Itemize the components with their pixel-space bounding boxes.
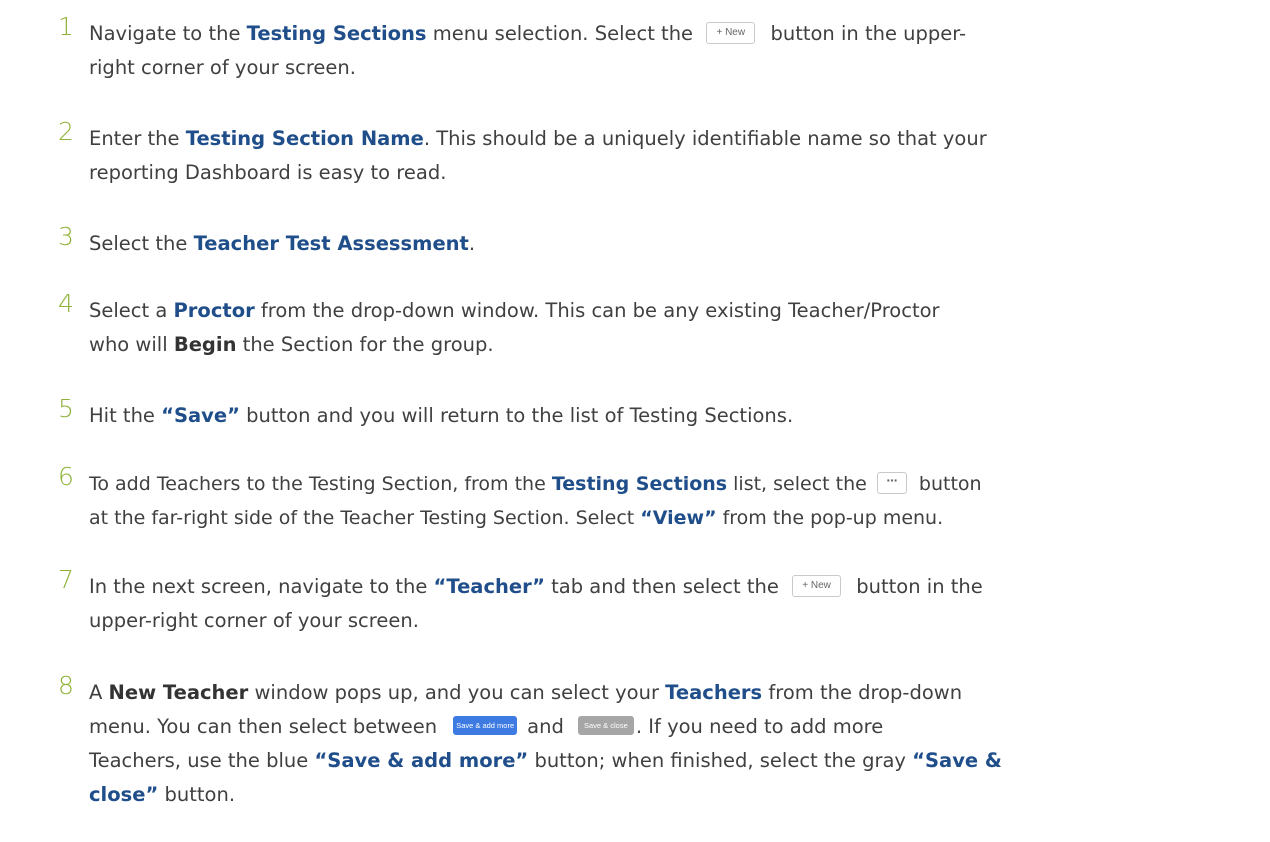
new-button-image: + New (706, 21, 756, 44)
highlight-term: Proctor (173, 299, 255, 322)
more-options-button-image: ··· (876, 471, 907, 494)
step-number: 3 (58, 222, 74, 251)
step-text: A New Teacher window pops up, and you ca… (89, 676, 1259, 812)
highlight-term: close” (89, 783, 159, 806)
highlight-term: “Save & (912, 749, 1002, 772)
step-text: In the next screen, navigate to the “Tea… (89, 570, 1259, 638)
step-text: To add Teachers to the Testing Section, … (89, 467, 1259, 535)
step-line: Teachers, use the blue “Save & add more”… (89, 749, 1002, 772)
bold-term: New Teacher (108, 681, 249, 704)
step-number: 5 (58, 394, 74, 423)
highlight-term: Teachers (665, 681, 763, 704)
highlight-term: Testing Sections (246, 22, 427, 45)
step-line: close” button. (89, 783, 236, 806)
step-line: menu. You can then select between Save & … (89, 715, 884, 738)
step-line: Select a Proctor from the drop-down wind… (89, 299, 940, 322)
highlight-term: Teacher Test Assessment (193, 232, 469, 255)
step-text: Select the Teacher Test Assessment. (89, 227, 1259, 261)
step-line: In the next screen, navigate to the “Tea… (89, 574, 983, 598)
step-number: 2 (58, 117, 74, 146)
highlight-term: Testing Section Name (185, 127, 424, 150)
step-line: reporting Dashboard is easy to read. (89, 161, 447, 184)
step-line: upper-right corner of your screen. (89, 609, 419, 632)
step-line: who will Begin the Section for the group… (89, 333, 494, 356)
save-add-more-button-image: Save & add more (453, 716, 518, 735)
new-button-image: + New (792, 574, 842, 597)
step-line: Hit the “Save” button and you will retur… (89, 404, 794, 427)
step-line: at the far-right side of the Teacher Tes… (89, 507, 944, 529)
highlight-term: Testing Sections (551, 473, 728, 495)
step-number: 8 (58, 671, 74, 700)
step-number: 1 (58, 12, 74, 41)
highlight-term: “Teacher” (433, 575, 545, 598)
step-line: right corner of your screen. (89, 56, 356, 79)
step-line: Navigate to the Testing Sections menu se… (89, 21, 967, 45)
bold-term: Begin (173, 333, 237, 356)
step-text: Select a Proctor from the drop-down wind… (89, 294, 1259, 362)
highlight-term: “Save & add more” (314, 749, 529, 772)
step-line: Enter the Testing Section Name. This sho… (89, 127, 987, 150)
step-number: 6 (58, 462, 74, 491)
step-line: A New Teacher window pops up, and you ca… (89, 681, 963, 704)
step-line: Select the Teacher Test Assessment. (89, 232, 476, 255)
step-number: 7 (58, 565, 74, 594)
step-text: Enter the Testing Section Name. This sho… (89, 122, 1259, 190)
step-line: To add Teachers to the Testing Section, … (89, 471, 982, 495)
step-text: Navigate to the Testing Sections menu se… (89, 17, 1259, 85)
highlight-term: “Save” (161, 404, 240, 427)
step-text: Hit the “Save” button and you will retur… (89, 399, 1259, 433)
step-number: 4 (58, 289, 74, 318)
highlight-term: “View” (640, 507, 717, 529)
save-close-button-image: Save & close (577, 716, 634, 735)
